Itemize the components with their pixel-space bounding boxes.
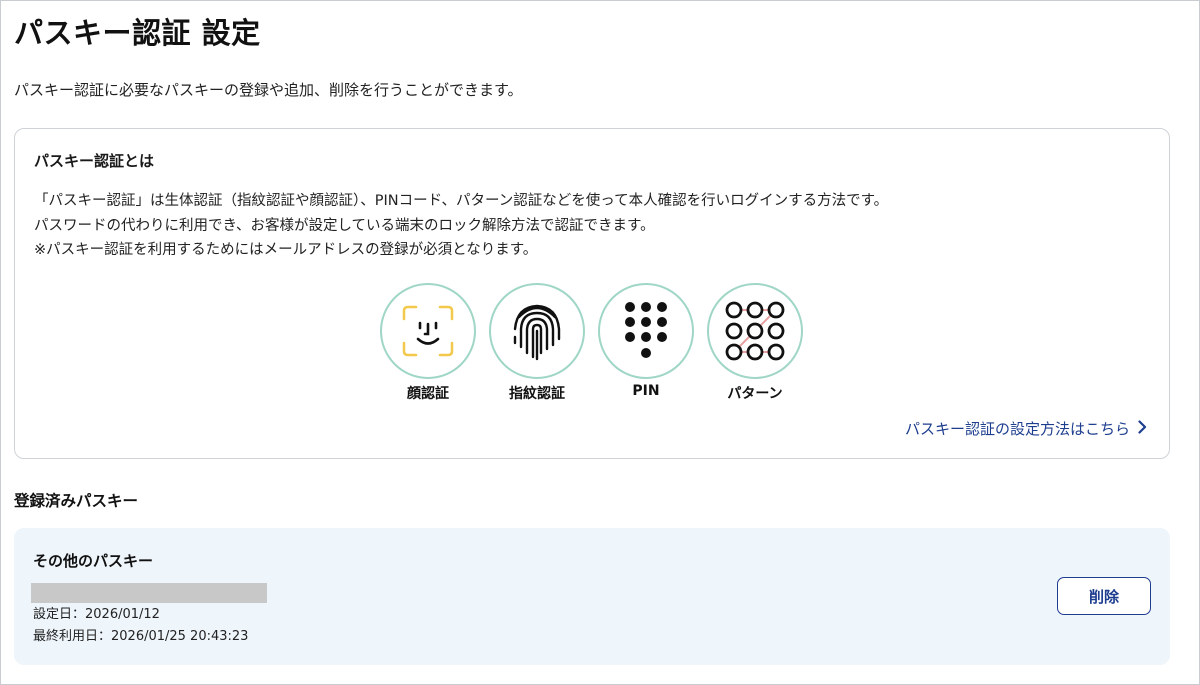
redacted-field xyxy=(31,583,267,603)
passkey-item: その他のパスキー 設定日：2026/01/12 最終利用日：2026/01/25… xyxy=(14,528,1170,665)
passkey-meta: 設定日：2026/01/12 最終利用日：2026/01/25 20:43:23 xyxy=(33,604,248,647)
method-label: PIN xyxy=(632,383,660,399)
method-label: 顔認証 xyxy=(407,386,449,402)
pattern-lock-icon xyxy=(707,283,803,379)
info-text: 「パスキー認証」は生体認証（指紋認証や顔認証）、PINコード、パターン認証などを… xyxy=(34,189,1144,263)
chevron-right-icon xyxy=(1138,419,1147,438)
passkey-name: その他のパスキー xyxy=(33,552,154,570)
auth-methods: 顔認証 指紋認証 PIN パターン xyxy=(380,283,810,403)
pin-keypad-icon xyxy=(598,283,694,379)
method-pin: PIN xyxy=(598,283,694,399)
method-fingerprint: 指紋認証 xyxy=(489,283,585,403)
method-pattern: パターン xyxy=(707,283,803,403)
passkey-last-used: 最終利用日：2026/01/25 20:43:23 xyxy=(33,628,249,644)
setup-guide-link[interactable]: パスキー認証の設定方法はこちら xyxy=(905,418,1147,439)
delete-button[interactable]: 削除 xyxy=(1057,577,1151,615)
info-line: 「パスキー認証」は生体認証（指紋認証や顔認証）、PINコード、パターン認証などを… xyxy=(34,193,889,209)
info-line: パスワードの代わりに利用でき、お客様が設定している端末のロック解除方法で認証でき… xyxy=(34,217,655,234)
setup-link-label: パスキー認証の設定方法はこちら xyxy=(904,420,1130,438)
face-id-icon xyxy=(380,283,476,379)
method-face: 顔認証 xyxy=(380,283,476,403)
method-label: 指紋認証 xyxy=(509,386,565,402)
page-title: パスキー認証 設定 xyxy=(14,16,261,50)
info-title: パスキー認証とは xyxy=(34,152,155,170)
passkey-info-card: パスキー認証とは 「パスキー認証」は生体認証（指紋認証や顔認証）、PINコード、… xyxy=(14,128,1170,459)
method-label: パターン xyxy=(727,386,783,402)
info-line: ※パスキー認証を利用するためにはメールアドレスの登録が必須となります。 xyxy=(34,242,538,258)
passkey-set-date: 設定日：2026/01/12 xyxy=(33,607,160,622)
page-description: パスキー認証に必要なパスキーの登録や追加、削除を行うことができます。 xyxy=(14,81,523,99)
registered-passkeys-title: 登録済みパスキー xyxy=(14,492,139,510)
fingerprint-icon xyxy=(489,283,585,379)
